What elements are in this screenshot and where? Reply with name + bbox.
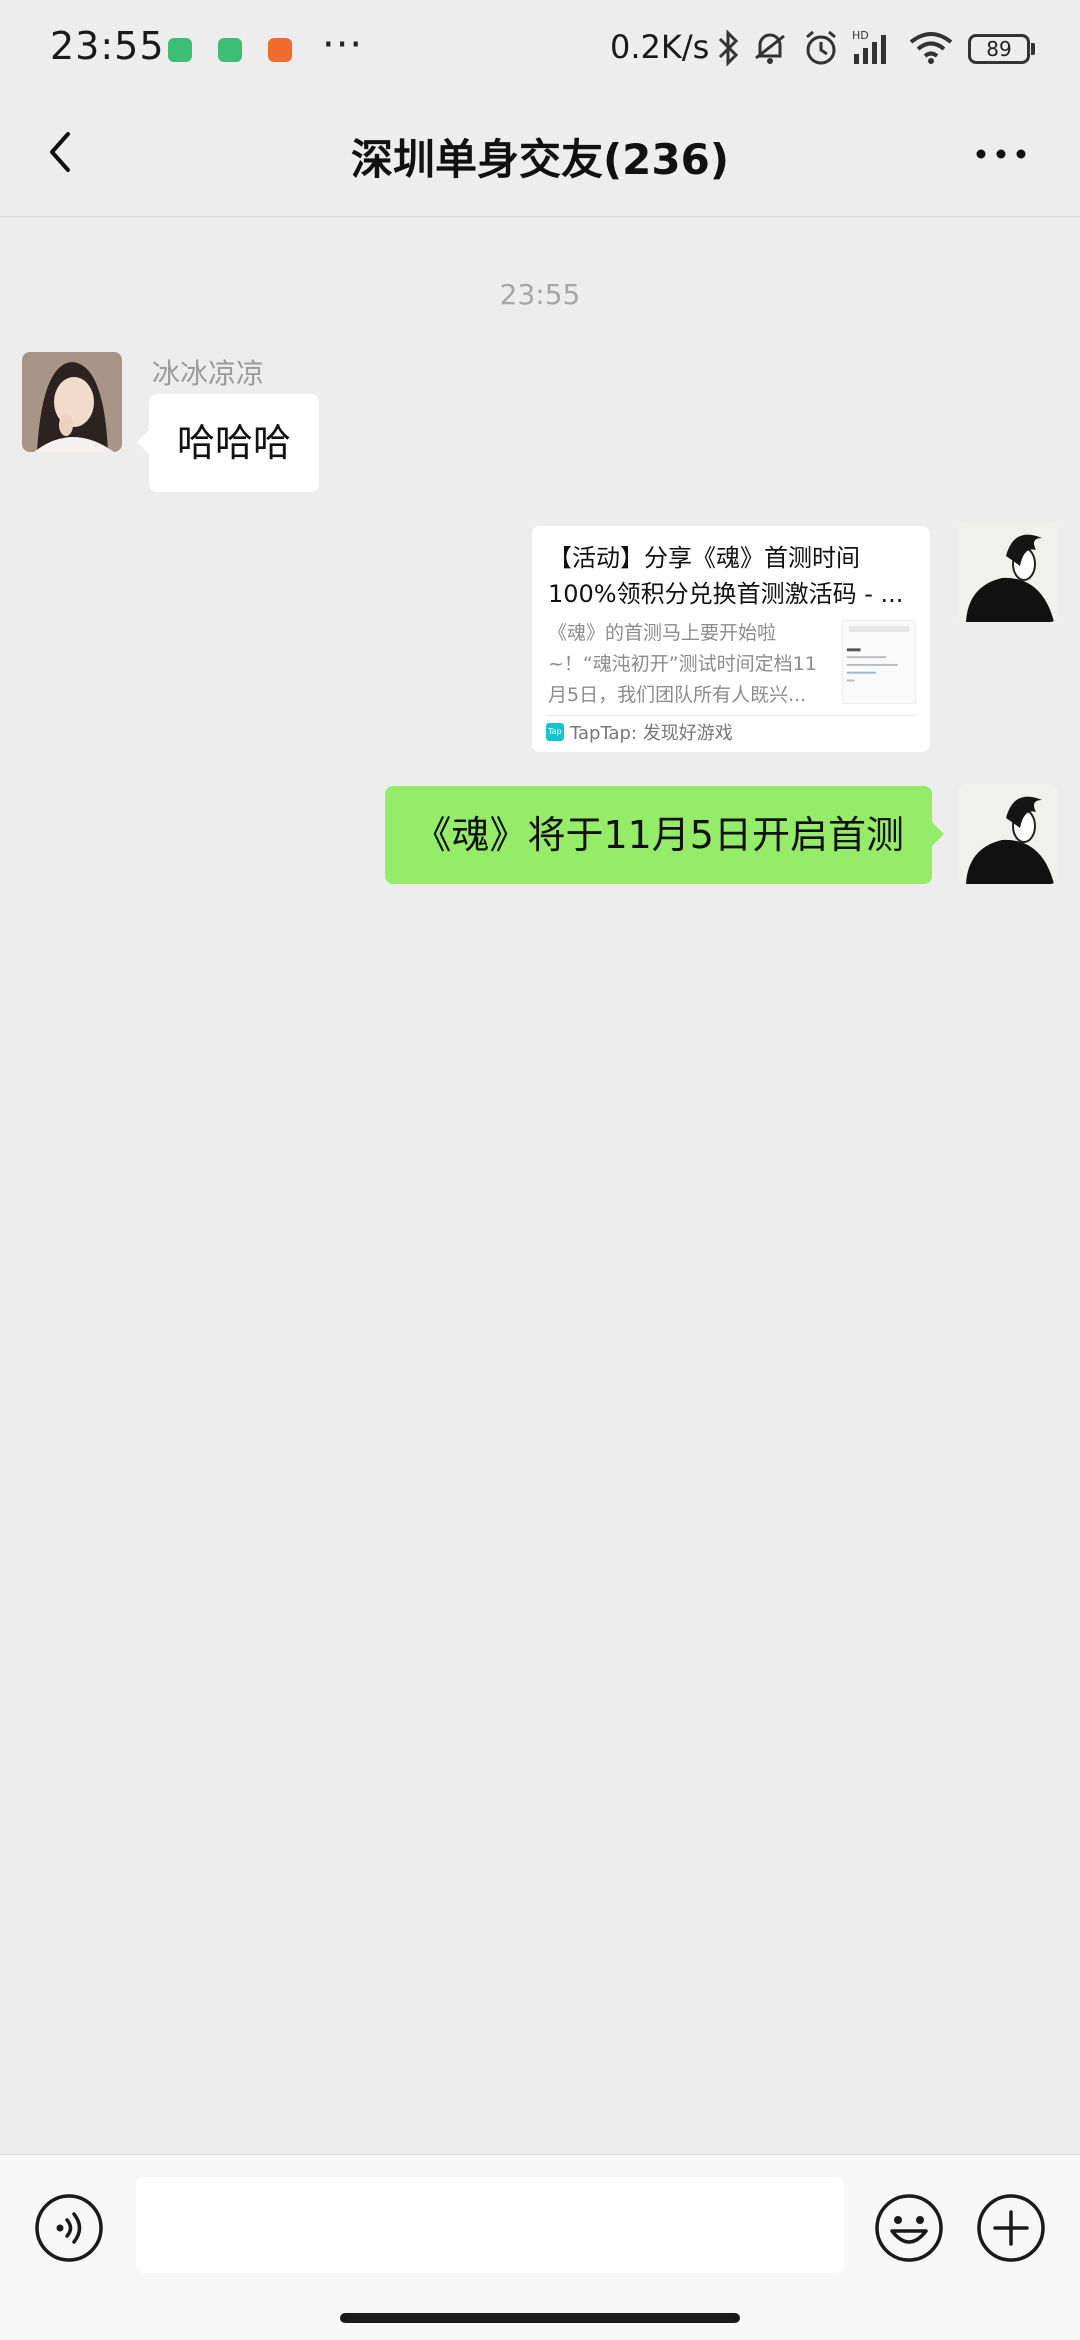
link-card-body: 《魂》的首测马上要开始啦~！“魂沌初开”测试时间定档11月5日，我们团队所有人既…	[548, 618, 916, 720]
link-card-source-label: TapTap: 发现好游戏	[570, 723, 733, 744]
avatar-photo	[22, 352, 122, 452]
svg-text:HD: HD	[852, 29, 869, 42]
link-card-thumbnail	[842, 620, 916, 704]
chat-title: 深圳单身交友(236)	[350, 135, 730, 184]
avatar-illustration	[958, 522, 1058, 622]
more-functions-button[interactable]	[976, 2193, 1046, 2263]
avatar[interactable]	[22, 352, 122, 452]
avatar-illustration	[958, 784, 1058, 884]
voice-input-button[interactable]	[34, 2193, 104, 2263]
status-bar: 23:55 ··· 0.2K/s HD 89	[0, 0, 1080, 96]
battery-cap	[1031, 43, 1035, 55]
message-input[interactable]	[136, 2177, 844, 2273]
alarm-icon	[806, 30, 836, 65]
shield-notification-icon	[268, 38, 292, 62]
network-speed: 0.2K/s	[610, 28, 710, 66]
chat-timestamp: 23:55	[499, 278, 581, 311]
bluetooth-icon	[718, 29, 739, 67]
emoji-button[interactable]	[874, 2193, 944, 2263]
status-time: 23:55	[50, 24, 165, 68]
avatar[interactable]	[958, 522, 1058, 622]
sender-name: 冰冰凉凉	[152, 357, 265, 390]
taptap-logo-icon: Tap	[546, 723, 564, 741]
avatar[interactable]	[958, 784, 1058, 884]
more-notifications-icon: ···	[322, 22, 364, 68]
chat-header: 深圳单身交友(236)	[0, 96, 1080, 217]
signal-hd-icon: HD	[852, 29, 886, 64]
battery-icon: 89	[968, 34, 1030, 64]
chat-screen: 23:55 ··· 0.2K/s HD 89 深圳单身交友(236) 23:55…	[0, 0, 1080, 2340]
message-bubble[interactable]: 哈哈哈	[136, 394, 320, 492]
link-card[interactable]: 【活动】分享《魂》首测时间100%领积分兑换首测激活码 - ... 《魂》的首测…	[532, 526, 930, 752]
link-card-source: Tap TapTap: 发现好游戏	[546, 715, 916, 752]
home-indicator[interactable]	[340, 2313, 740, 2323]
mute-bell-icon	[755, 33, 785, 64]
message-bubble[interactable]: 《魂》将于11月5日开启首测	[385, 786, 944, 884]
link-card-description: 《魂》的首测马上要开始啦~！“魂沌初开”测试时间定档11月5日，我们团队所有人既…	[548, 622, 817, 706]
message-notification-icon	[218, 38, 242, 62]
more-options-button[interactable]	[966, 132, 1036, 176]
wifi-icon	[909, 32, 953, 64]
link-card-title: 【活动】分享《魂》首测时间100%领积分兑换首测激活码 - ...	[548, 544, 904, 608]
app-notification-icon	[168, 38, 192, 62]
